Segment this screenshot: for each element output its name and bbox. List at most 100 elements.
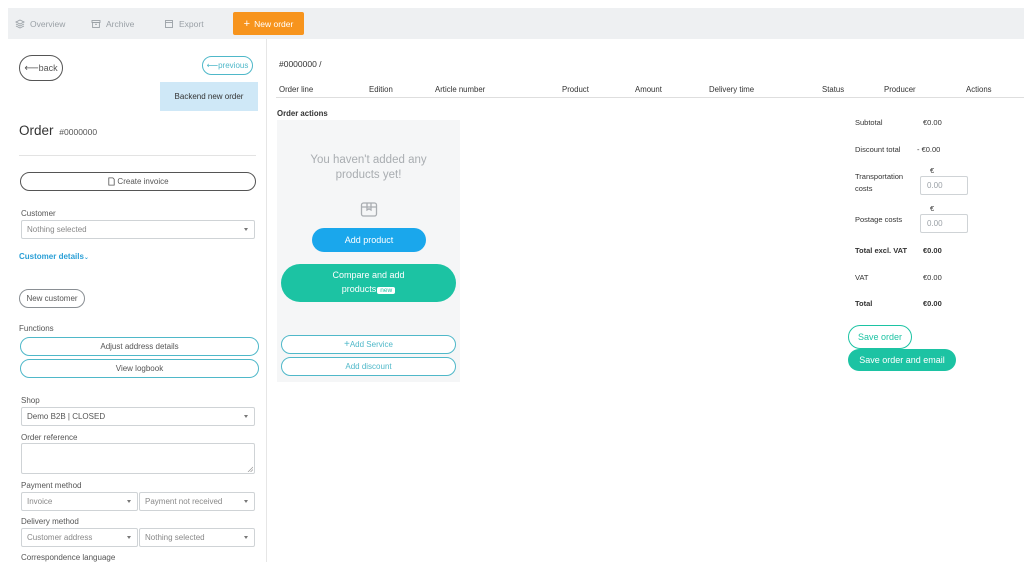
delivery-method-select[interactable]: Customer address [21, 528, 138, 547]
breadcrumb: #0000000 / [279, 59, 322, 69]
add-service-label: Add Service [349, 340, 393, 349]
total-excl-vat-value: €0.00 [923, 246, 942, 255]
new-customer-label: New customer [26, 294, 78, 303]
previous-button[interactable]: ⟵ previous [202, 56, 253, 75]
postage-costs-placeholder: 0.00 [927, 219, 943, 228]
empty-state-line2: products yet! [335, 169, 402, 181]
vat-label: VAT [855, 273, 869, 282]
divider [19, 155, 256, 156]
column-delivery-time: Delivery time [709, 85, 755, 94]
compare-label-line2: products new [341, 282, 396, 298]
total-label: Total [855, 299, 873, 308]
column-actions: Actions [966, 85, 992, 94]
empty-products-panel: You haven't added any products yet! Add … [277, 120, 460, 382]
save-order-email-button[interactable]: Save order and email [848, 349, 956, 371]
compare-label-products: products [341, 284, 377, 294]
chevron-down-icon [127, 500, 131, 503]
total-value: €0.00 [923, 299, 942, 308]
add-product-button[interactable]: Add product [312, 228, 426, 252]
table-header-divider [276, 97, 1024, 98]
archive-icon [91, 19, 101, 28]
empty-state-message: You haven't added any products yet! [277, 153, 460, 183]
compare-add-products-button[interactable]: Compare and add products new [281, 264, 456, 302]
payment-method-select[interactable]: Invoice [21, 492, 138, 511]
export-icon [165, 19, 173, 28]
transport-currency-symbol: € [930, 166, 935, 175]
compare-label-line1: Compare and add [332, 270, 405, 280]
customer-details-label: Customer details [19, 252, 84, 261]
order-main-area: #0000000 / Order line Edition Article nu… [268, 39, 1024, 562]
payment-status-select[interactable]: Payment not received [139, 492, 255, 511]
shop-label: Shop [21, 396, 40, 405]
arrow-left-icon: ⟵ [206, 61, 219, 70]
resize-handle-icon [247, 466, 253, 472]
document-icon [108, 177, 116, 186]
order-reference-textarea[interactable] [21, 443, 255, 474]
nav-archive[interactable]: Archive [91, 8, 134, 39]
add-service-button[interactable]: + Add Service [281, 335, 456, 354]
nav-export[interactable]: Export [164, 8, 204, 39]
back-button[interactable]: ⟵ back [19, 55, 63, 81]
customer-select-value: Nothing selected [27, 225, 87, 234]
correspondence-language-label: Correspondence language [21, 553, 116, 562]
plus-icon: + [243, 17, 251, 30]
customer-details-toggle[interactable]: Customer details⌄ [19, 252, 89, 261]
transportation-costs-placeholder: 0.00 [927, 181, 943, 190]
new-customer-button[interactable]: New customer [19, 289, 85, 308]
transportation-label-line1: Transportation [855, 172, 904, 181]
postage-costs-label: Postage costs [855, 215, 903, 224]
subtotal-value: €0.00 [923, 118, 942, 127]
customer-select[interactable]: Nothing selected [21, 220, 255, 239]
postage-costs-input[interactable]: 0.00 [920, 214, 968, 233]
add-discount-button[interactable]: Add discount [281, 357, 456, 376]
payment-method-label: Payment method [21, 481, 82, 490]
back-label: back [38, 63, 58, 73]
top-navigation-bar: Overview Archive Export + New order [8, 8, 1024, 39]
chevron-down-icon [244, 536, 248, 539]
chevron-down-icon: ⌄ [83, 255, 89, 261]
column-edition: Edition [369, 85, 393, 94]
adjust-address-label: Adjust address details [100, 342, 179, 351]
payment-method-value: Invoice [27, 497, 53, 506]
delivery-method-value: Customer address [27, 533, 93, 542]
functions-label: Functions [19, 324, 54, 333]
empty-state-line1: You haven't added any [310, 154, 427, 166]
postage-currency-symbol: € [930, 204, 935, 213]
nav-archive-label: Archive [106, 18, 135, 29]
delivery-option-select[interactable]: Nothing selected [139, 528, 255, 547]
chevron-down-icon [127, 536, 131, 539]
page-title: Order #0000000 [19, 123, 97, 138]
chevron-down-icon [244, 500, 248, 503]
transportation-costs-input[interactable]: 0.00 [920, 176, 968, 195]
payment-status-value: Payment not received [145, 497, 223, 506]
vat-value: €0.00 [923, 273, 942, 282]
order-title-text: Order [19, 123, 54, 138]
nav-overview[interactable]: Overview [15, 8, 65, 39]
new-badge: new [377, 287, 396, 294]
save-order-button[interactable]: Save order [848, 325, 912, 349]
save-order-email-label: Save order and email [859, 355, 945, 365]
new-order-button[interactable]: + New order [233, 12, 304, 35]
total-excl-vat-label: Total excl. VAT [855, 246, 908, 255]
transportation-costs-label: Transportation costs [855, 171, 903, 195]
column-status: Status [822, 85, 845, 94]
column-product: Product [562, 85, 589, 94]
delivery-option-value: Nothing selected [145, 533, 205, 542]
view-logbook-button[interactable]: View logbook [20, 359, 259, 378]
customer-label: Customer [21, 209, 56, 218]
shop-select[interactable]: Demo B2B | CLOSED [21, 407, 255, 426]
column-amount: Amount [635, 85, 662, 94]
create-invoice-button[interactable]: Create invoice [20, 172, 256, 191]
new-order-label: New order [254, 18, 294, 29]
column-order-line: Order line [279, 85, 314, 94]
discount-total-value: - €0.00 [917, 145, 941, 154]
save-order-label: Save order [857, 332, 903, 342]
adjust-address-button[interactable]: Adjust address details [20, 337, 259, 356]
layers-icon [15, 18, 25, 29]
order-number: #0000000 [59, 127, 98, 137]
order-sidebar: ⟵ back ⟵ previous Backend new order Order … [8, 39, 267, 562]
order-reference-label: Order reference [21, 433, 78, 442]
backend-new-order-label: Backend new order [174, 92, 244, 101]
previous-label: previous [218, 61, 249, 70]
column-producer: Producer [884, 85, 916, 94]
